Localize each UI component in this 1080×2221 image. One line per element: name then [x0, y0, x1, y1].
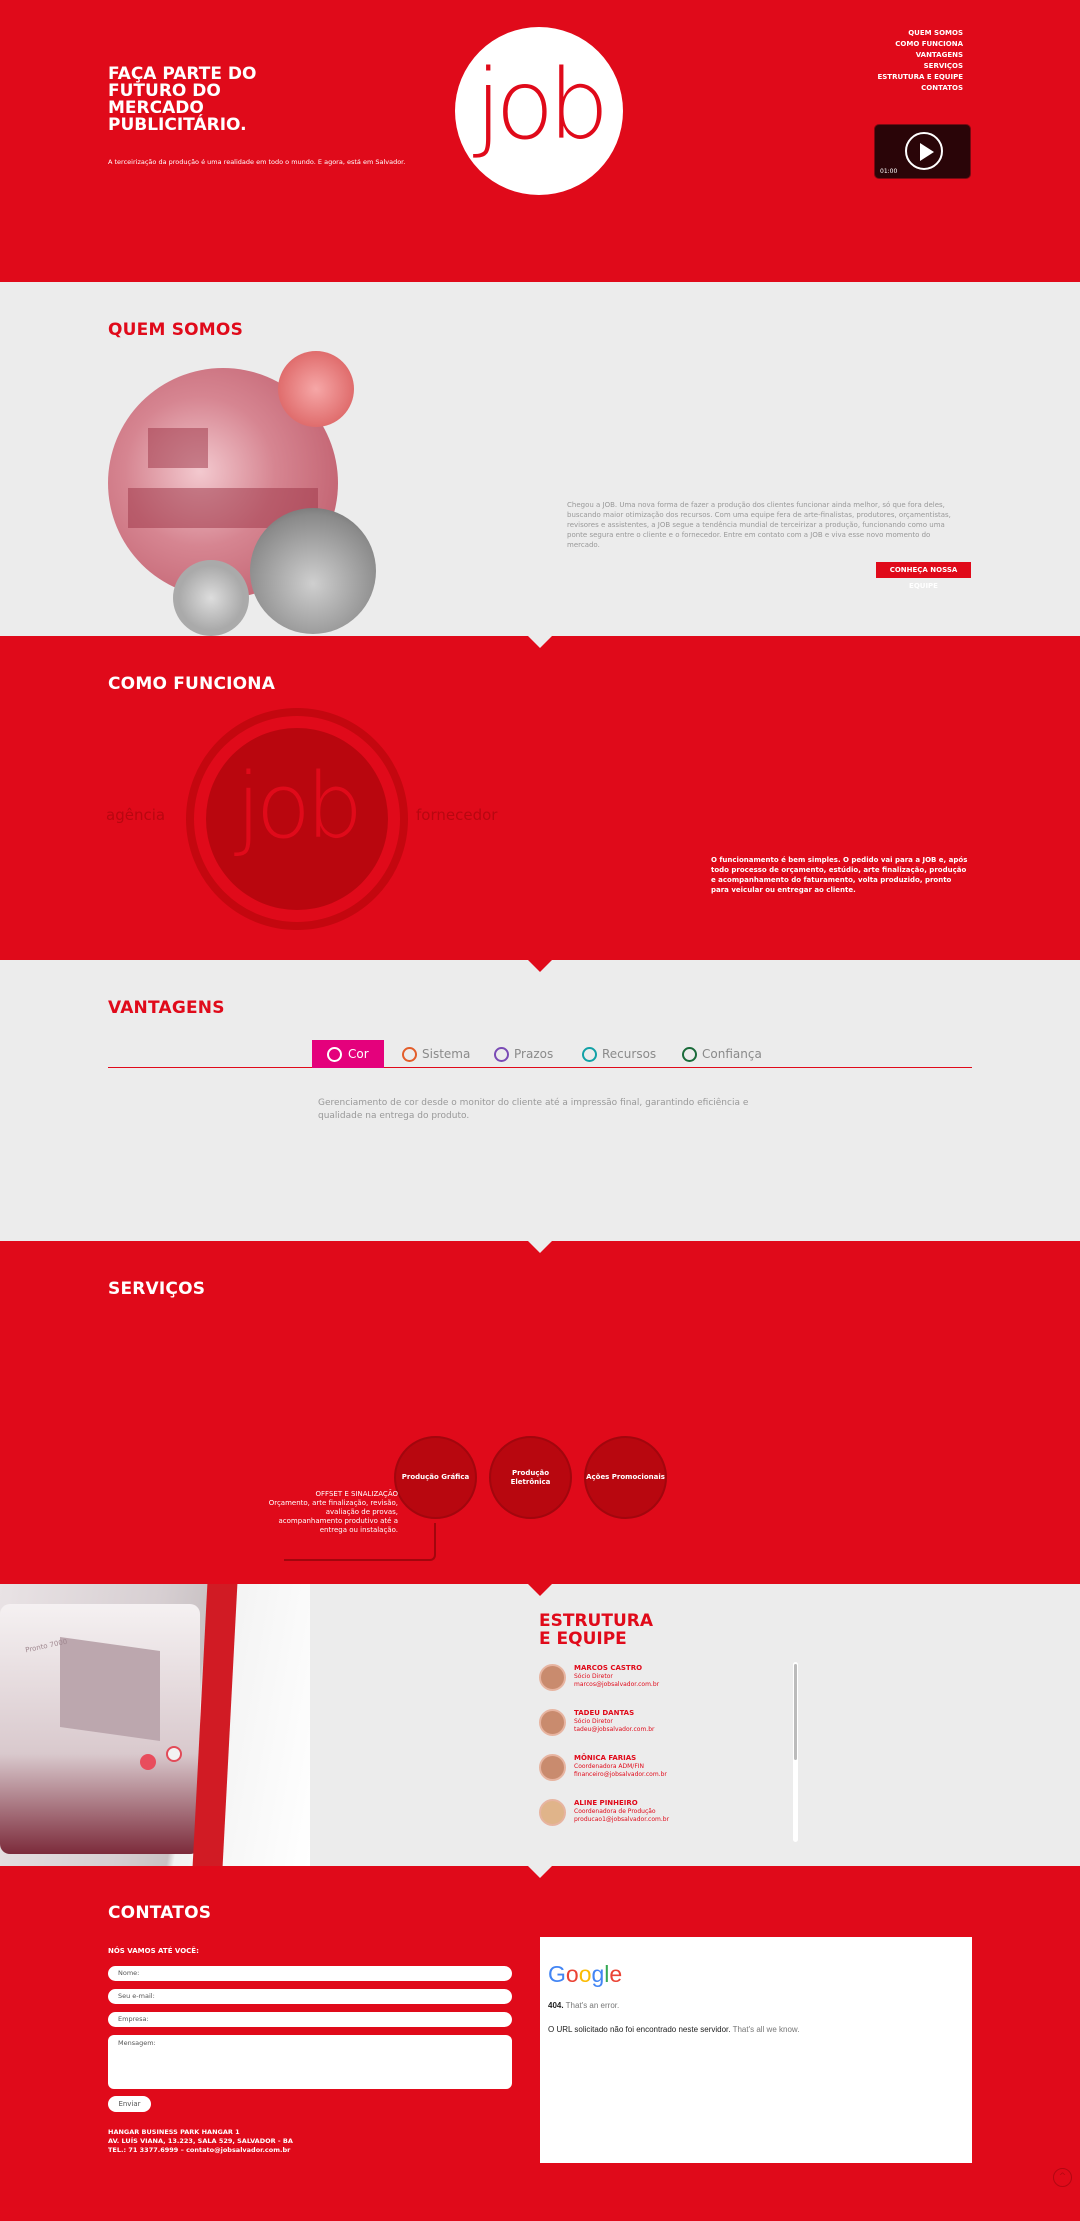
contatos-section: CONTATOS NÓS VAMOS ATÉ VOCÊ: Nome: Seu e…: [0, 1866, 1080, 2221]
team-member: MARCOS CASTRO Sócio Diretor marcos@jobsa…: [539, 1664, 799, 1694]
contatos-title: CONTATOS: [108, 1903, 212, 1923]
name-field[interactable]: Nome:: [108, 1966, 512, 1981]
team-member: ALINE PINHEIRO Coordenadora de Produção …: [539, 1799, 799, 1829]
section-divider-arrow: [528, 960, 552, 972]
team-photo: [278, 351, 354, 427]
como-title: COMO FUNCIONA: [108, 674, 276, 694]
email-link[interactable]: marcos@jobsalvador.com.br: [574, 1681, 659, 1688]
email-field[interactable]: Seu e-mail:: [108, 1989, 512, 2004]
team-member: TADEU DANTAS Sócio Diretor tadeu@jobsalv…: [539, 1709, 799, 1739]
section-divider-arrow: [528, 1866, 552, 1878]
estrutura-title: ESTRUTURA E EQUIPE: [539, 1611, 653, 1649]
avatar: [539, 1799, 566, 1826]
error-code: 404. That's an error.: [548, 2001, 620, 2010]
nav-como-funciona[interactable]: COMO FUNCIONA: [877, 39, 963, 50]
nav-contatos[interactable]: CONTATOS: [877, 83, 963, 94]
vantagens-section: VANTAGENS Cor Sistema Prazos Recursos Co…: [0, 960, 1080, 1241]
section-divider-arrow: [528, 636, 552, 648]
vantagens-title: VANTAGENS: [108, 998, 225, 1018]
tab-prazos[interactable]: Prazos: [490, 1040, 553, 1068]
form-label: NÓS VAMOS ATÉ VOCÊ:: [108, 1947, 199, 1955]
clock-icon: [494, 1047, 509, 1062]
servico-acoes-promocionais[interactable]: Ações Promocionais: [584, 1436, 667, 1519]
section-divider-arrow: [528, 1584, 552, 1596]
job-logo[interactable]: job: [455, 27, 623, 195]
tab-recursos[interactable]: Recursos: [578, 1040, 656, 1068]
como-text: O funcionamento é bem simples. O pedido …: [711, 856, 968, 894]
quem-text: Chegou a JOB. Uma nova forma de fazer a …: [567, 501, 951, 549]
avatar: [539, 1664, 566, 1691]
map-embed[interactable]: Google 404. That's an error. O URL solic…: [540, 1937, 972, 2163]
servico-desc-title: OFFSET E SINALIZAÇÃO: [315, 1490, 398, 1498]
address: HANGAR BUSINESS PARK HANGAR 1 AV. LUÍS V…: [108, 2128, 293, 2154]
servicos-section: SERVIÇOS Produção Gráfica Produção Eletr…: [0, 1241, 1080, 1584]
nav-estrutura[interactable]: ESTRUTURA E EQUIPE: [877, 72, 963, 83]
estrutura-section: Pronto 7000 ESTRUTURA E EQUIPE MARCOS CA…: [0, 1584, 1080, 1866]
agencia-label: agência: [106, 806, 166, 824]
conheca-equipe-button[interactable]: CONHEÇA NOSSA EQUIPE: [876, 562, 971, 590]
servico-producao-grafica[interactable]: Produção Gráfica: [394, 1436, 477, 1519]
fornecedor-label: fornecedor: [416, 806, 498, 824]
hero-section: FAÇA PARTE DO FUTURO DO MERCADO PUBLICIT…: [0, 0, 1080, 294]
hero-subtitle: A terceirização da produção é uma realid…: [108, 158, 406, 166]
como-funciona-section: COMO FUNCIONA job agência fornecedor O f…: [0, 636, 1080, 960]
nav-servicos[interactable]: SERVIÇOS: [877, 61, 963, 72]
handshake-icon: [682, 1047, 697, 1062]
resources-icon: [582, 1047, 597, 1062]
email-link[interactable]: producao1@jobsalvador.com.br: [574, 1816, 669, 1823]
hero-title: FAÇA PARTE DO FUTURO DO MERCADO PUBLICIT…: [108, 64, 257, 135]
play-icon[interactable]: [905, 132, 943, 170]
servico-desc-text: Orçamento, arte finalização, revisão, av…: [268, 1499, 398, 1534]
google-logo: Google: [548, 1961, 623, 1987]
vantagens-tabs: Cor Sistema Prazos Recursos Confiança: [108, 1040, 972, 1068]
printer-photo: [173, 560, 249, 636]
tab-sistema[interactable]: Sistema: [398, 1040, 470, 1068]
video-thumbnail[interactable]: 01:00: [874, 124, 971, 179]
avatar: [539, 1754, 566, 1781]
email-link[interactable]: tadeu@jobsalvador.com.br: [574, 1726, 654, 1733]
section-divider-arrow: [528, 1241, 552, 1253]
quem-title: QUEM SOMOS: [108, 320, 244, 340]
tab-confianca[interactable]: Confiança: [678, 1040, 762, 1068]
system-icon: [402, 1047, 417, 1062]
servico-description: OFFSET E SINALIZAÇÃO Orçamento, arte fin…: [262, 1490, 398, 1535]
quem-somos-section: QUEM SOMOS Chegou a JOB. Uma nova forma …: [0, 282, 1080, 636]
job-logo-text: job: [474, 49, 609, 161]
company-field[interactable]: Empresa:: [108, 2012, 512, 2027]
avatar: [539, 1709, 566, 1736]
color-icon: [327, 1047, 342, 1062]
top-nav: QUEM SOMOS COMO FUNCIONA VANTAGENS SERVI…: [877, 28, 963, 94]
como-logo: job: [235, 754, 363, 859]
servico-producao-eletronica[interactable]: Produção Eletrônica: [489, 1436, 572, 1519]
email-link[interactable]: financeiro@jobsalvador.com.br: [574, 1771, 667, 1778]
team-member: MÔNICA FARIAS Coordenadora ADM/FIN finan…: [539, 1754, 799, 1784]
send-button[interactable]: Enviar: [108, 2096, 151, 2112]
tab-cor[interactable]: Cor: [312, 1040, 384, 1068]
team-scrollbar[interactable]: [793, 1662, 798, 1842]
vantagens-text: Gerenciamento de cor desde o monitor do …: [318, 1098, 749, 1121]
servicos-title: SERVIÇOS: [108, 1279, 206, 1299]
workers-photo: [250, 508, 376, 634]
nav-quem-somos[interactable]: QUEM SOMOS: [877, 28, 963, 39]
video-time: 01:00: [880, 168, 898, 175]
back-to-top-icon[interactable]: ^: [1053, 2168, 1072, 2187]
nav-vantagens[interactable]: VANTAGENS: [877, 50, 963, 61]
message-field[interactable]: Mensagem:: [108, 2035, 512, 2089]
printer-image: Pronto 7000: [0, 1584, 310, 1866]
error-message: O URL solicitado não foi encontrado nest…: [548, 2025, 800, 2034]
